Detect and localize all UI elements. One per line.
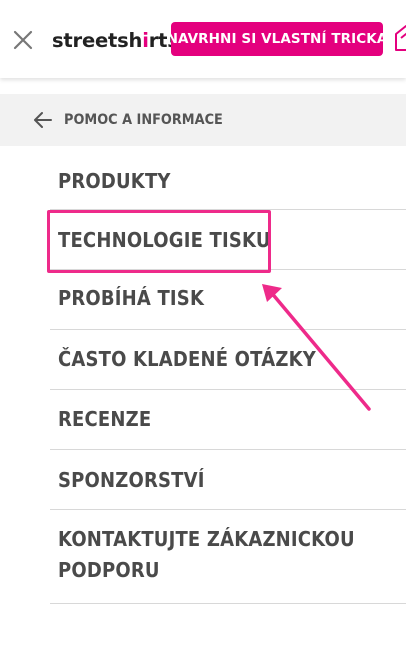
menu-item-label: ČASTO KLADENÉ OTÁZKY xyxy=(58,347,316,371)
arrow-left-icon xyxy=(34,112,52,128)
menu-item-label: TECHNOLOGIE TISKU xyxy=(58,228,271,252)
menu-item-label: RECENZE xyxy=(58,407,152,431)
menu-item-label-line2: PODPORU xyxy=(58,558,160,582)
menu-item-print-technology[interactable]: TECHNOLOGIE TISKU xyxy=(50,210,406,270)
menu-item-label: KONTAKTUJTE ZÁKAZNICKOU xyxy=(58,527,355,551)
menu-item-label: SPONZORSTVÍ xyxy=(58,468,205,492)
logo-text-start: streetsh xyxy=(52,28,143,52)
streetshirts-logo[interactable]: streetsh i rts xyxy=(52,26,179,54)
menu-item-reviews[interactable]: RECENZE xyxy=(50,390,406,450)
menu-item-faq[interactable]: ČASTO KLADENÉ OTÁZKY xyxy=(50,330,406,390)
top-header: streetsh i rts NAVRHNI SI VLASTNÍ TRICKA xyxy=(0,0,406,78)
cart-icon[interactable] xyxy=(394,24,406,52)
back-to-help-link[interactable]: POMOC A INFORMACE xyxy=(0,94,406,146)
back-label: POMOC A INFORMACE xyxy=(64,112,223,128)
design-your-own-button[interactable]: NAVRHNI SI VLASTNÍ TRICKA xyxy=(167,22,387,56)
close-icon[interactable] xyxy=(11,28,35,52)
menu-item-label: PRODUKTY xyxy=(58,169,171,193)
menu-item-products[interactable]: PRODUKTY xyxy=(50,150,406,210)
menu-item-printing-in-progress[interactable]: PROBÍHÁ TISK xyxy=(50,270,406,330)
menu-item-label: PROBÍHÁ TISK xyxy=(58,286,205,310)
menu-item-sponsorship[interactable]: SPONZORSTVÍ xyxy=(50,450,406,510)
menu-item-contact-support[interactable]: KONTAKTUJTE ZÁKAZNICKOU PODPORU xyxy=(50,510,406,604)
